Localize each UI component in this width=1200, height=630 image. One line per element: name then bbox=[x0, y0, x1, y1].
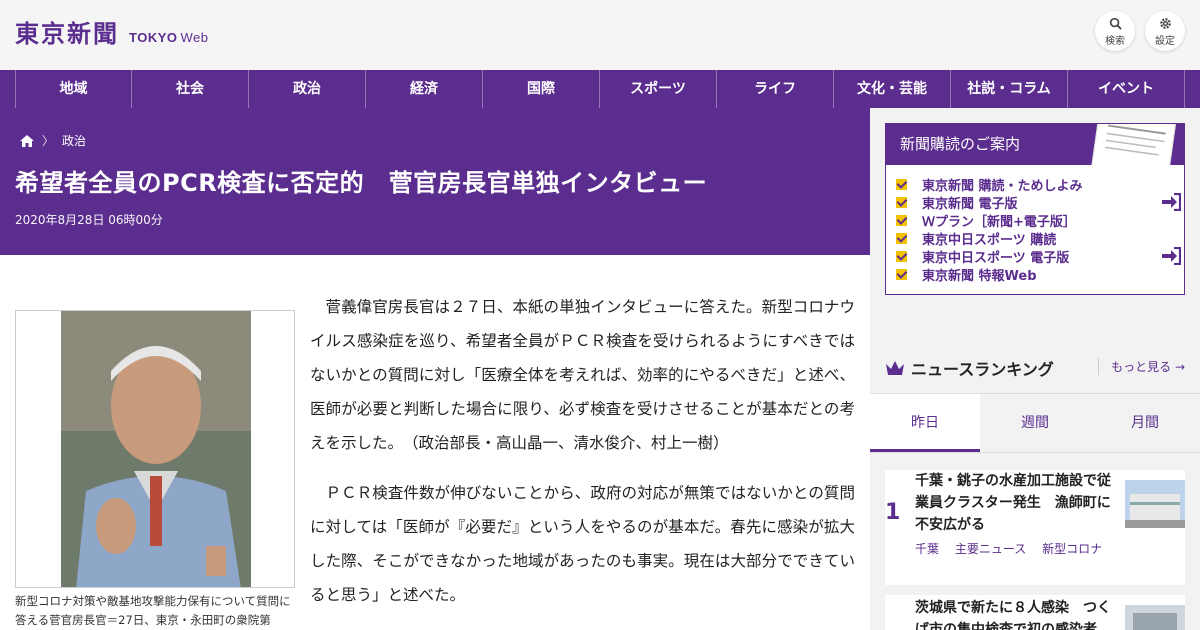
home-icon[interactable] bbox=[20, 134, 34, 147]
rank-number: 1 bbox=[885, 500, 901, 525]
subscription-link[interactable]: 東京新聞 電子版 bbox=[896, 193, 1184, 212]
nav-item-politics[interactable]: 政治 bbox=[249, 70, 366, 108]
nav-item-economy[interactable]: 経済 bbox=[366, 70, 483, 108]
subscription-link[interactable]: 東京中日スポーツ 電子版 bbox=[896, 247, 1184, 266]
login-icon[interactable] bbox=[1161, 247, 1181, 265]
rank-headline[interactable]: 茨城県で新たに８人感染 つくば市の集中検査で初の感染者… bbox=[915, 597, 1115, 630]
check-icon bbox=[896, 250, 907, 262]
article-date: 2020年8月28日 06時00分 bbox=[15, 213, 163, 227]
rank-headline[interactable]: 千葉・銚子の水産加工施設で従業員クラスター発生 漁師町に不安広がる bbox=[915, 470, 1115, 536]
tag-link[interactable]: 千葉 bbox=[915, 542, 939, 556]
login-icon[interactable] bbox=[1161, 193, 1181, 211]
check-icon bbox=[896, 214, 907, 226]
tag-link[interactable]: 主要ニュース bbox=[955, 542, 1026, 556]
newspaper-icon bbox=[1091, 124, 1176, 165]
search-button[interactable]: 検索 bbox=[1095, 11, 1135, 51]
ranking-title: ニュースランキング bbox=[911, 360, 1054, 379]
logo-text: 東京新聞 bbox=[15, 19, 119, 48]
rank-thumbnail[interactable] bbox=[1125, 605, 1185, 630]
crown-icon bbox=[886, 361, 904, 375]
check-icon bbox=[896, 196, 907, 208]
nav-item-event[interactable]: イベント bbox=[1068, 70, 1185, 108]
main-nav: 地域 社会 政治 経済 国際 スポーツ ライフ 文化・芸能 社説・コラム イベン… bbox=[0, 70, 1200, 108]
tag-link[interactable]: 新型コロナ bbox=[1042, 542, 1102, 556]
tab-yesterday[interactable]: 昨日 bbox=[870, 394, 980, 452]
ranking-item[interactable]: 1 千葉・銚子の水産加工施設で従業員クラスター発生 漁師町に不安広がる 千葉 主… bbox=[885, 470, 1185, 585]
subscription-title: 新聞購読のご案内 bbox=[900, 135, 1021, 153]
subscription-header: 新聞購読のご案内 bbox=[886, 124, 1184, 165]
settings-label: 設定 bbox=[1155, 36, 1175, 47]
subscription-link[interactable]: Ｗプラン［新聞+電子版］ bbox=[896, 211, 1184, 230]
nav-item-society[interactable]: 社会 bbox=[132, 70, 249, 108]
breadcrumb: 〉 政治 bbox=[20, 132, 86, 149]
site-logo[interactable]: 東京新聞 TOKYO Web bbox=[15, 14, 209, 49]
check-icon bbox=[896, 232, 907, 244]
article-paragraph: 菅義偉官房長官は２７日、本紙の単独インタビューに答えた。新型コロナウイルス感染症… bbox=[310, 298, 855, 452]
search-icon bbox=[1109, 17, 1122, 30]
portrait-image bbox=[16, 311, 294, 587]
tab-weekly[interactable]: 週間 bbox=[980, 394, 1090, 452]
nav-item-culture[interactable]: 文化・芸能 bbox=[834, 70, 951, 108]
subscription-box: 新聞購読のご案内 東京新聞 購読・ためしよみ 東京新聞 電子版 Ｗプラン［新聞+… bbox=[885, 123, 1185, 295]
article-photo bbox=[15, 310, 295, 588]
nav-item-international[interactable]: 国際 bbox=[483, 70, 600, 108]
subscription-link[interactable]: 東京中日スポーツ 購読 bbox=[896, 229, 1184, 248]
chevron-right-icon: 〉 bbox=[42, 134, 55, 148]
subscription-link[interactable]: 東京新聞 特報Web bbox=[896, 265, 1184, 284]
settings-button[interactable]: 設定 bbox=[1145, 11, 1185, 51]
search-label: 検索 bbox=[1105, 36, 1125, 47]
sidebar: 新聞購読のご案内 東京新聞 購読・ためしよみ 東京新聞 電子版 Ｗプラン［新聞+… bbox=[870, 108, 1200, 630]
nav-item-editorial[interactable]: 社説・コラム bbox=[951, 70, 1068, 108]
logo-subtitle: TOKYO Web bbox=[129, 30, 209, 45]
check-icon bbox=[896, 178, 907, 190]
nav-item-life[interactable]: ライフ bbox=[717, 70, 834, 108]
tab-monthly[interactable]: 月間 bbox=[1090, 394, 1200, 452]
nav-item-region[interactable]: 地域 bbox=[15, 70, 132, 108]
rank-thumbnail[interactable] bbox=[1125, 480, 1185, 528]
subscription-list: 東京新聞 購読・ためしよみ 東京新聞 電子版 Ｗプラン［新聞+電子版］ 東京中日… bbox=[886, 165, 1184, 284]
article-title: 希望者全員のPCR検査に否定的 菅官房長官単独インタビュー bbox=[15, 169, 708, 197]
breadcrumb-politics[interactable]: 政治 bbox=[62, 132, 86, 149]
ranking-tabs: 昨日 週間 月間 bbox=[870, 393, 1200, 453]
article-paragraph: ＰＣＲ検査件数が伸びないことから、政府の対応が無策ではないかとの質問に対しては「… bbox=[310, 484, 855, 604]
ranking-item[interactable]: 茨城県で新たに８人感染 つくば市の集中検査で初の感染者… bbox=[885, 595, 1185, 630]
rank-tags: 千葉 主要ニュース 新型コロナ bbox=[915, 540, 1114, 557]
nav-item-sports[interactable]: スポーツ bbox=[600, 70, 717, 108]
photo-caption: 新型コロナ対策や敵基地攻撃能力保有について質問に答える菅官房長官＝27日、東京・… bbox=[15, 594, 291, 627]
article-header: 〉 政治 希望者全員のPCR検査に否定的 菅官房長官単独インタビュー 2020年… bbox=[0, 108, 870, 255]
ranking-more-link[interactable]: もっと見る → bbox=[1098, 358, 1185, 375]
arrow-right-icon: → bbox=[1174, 360, 1185, 374]
gear-icon bbox=[1159, 18, 1171, 29]
ranking-header: ニュースランキング もっと見る → bbox=[885, 356, 1185, 380]
site-header: 東京新聞 TOKYO Web 検索 設定 bbox=[0, 0, 1200, 70]
subscription-link[interactable]: 東京新聞 購読・ためしよみ bbox=[896, 175, 1184, 194]
check-icon bbox=[896, 268, 907, 280]
article-body: 菅義偉官房長官は２７日、本紙の単独インタビューに答えた。新型コロナウイルス感染症… bbox=[310, 290, 855, 628]
